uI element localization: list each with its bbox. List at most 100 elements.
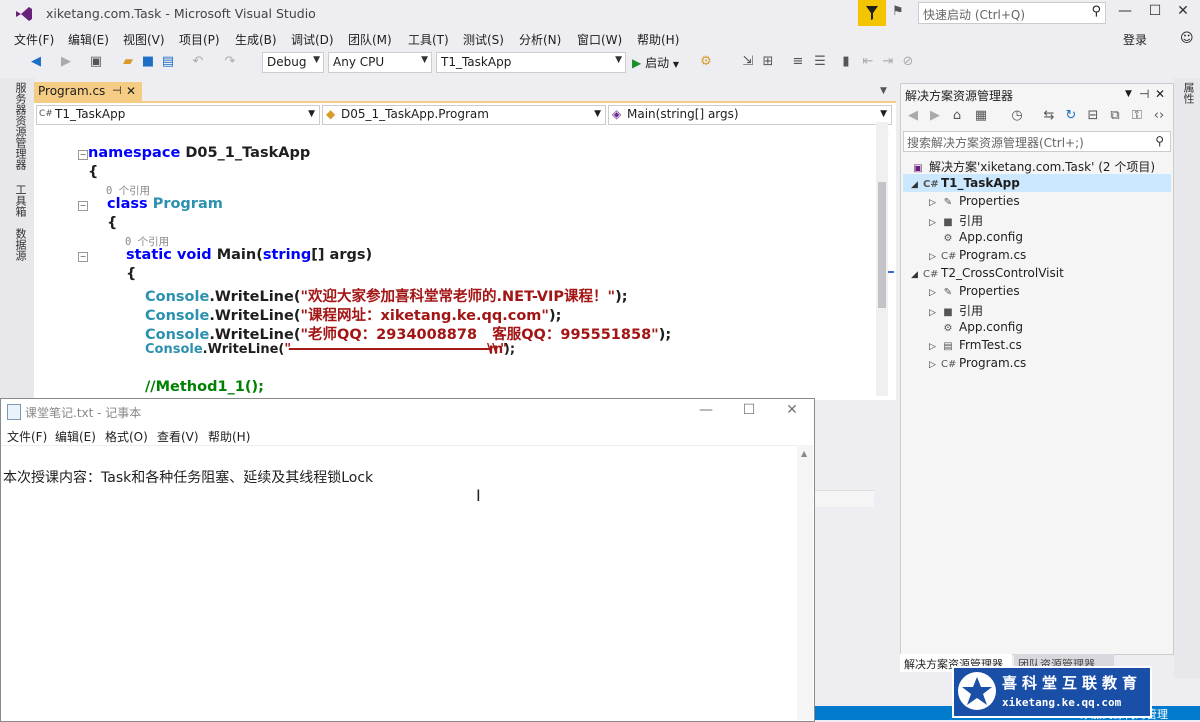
server-explorer-tab[interactable]: 服务器资源管理器 <box>12 82 28 170</box>
editor-horizontal-scrollbar[interactable] <box>814 490 874 507</box>
back-icon[interactable]: ◀ <box>905 108 921 124</box>
properties-icon[interactable]: ⚿ <box>1129 108 1145 124</box>
menu-project[interactable]: 项目(P) <box>179 31 220 48</box>
menu-team[interactable]: 团队(M) <box>348 31 392 48</box>
notepad-menu-edit[interactable]: 编辑(E) <box>55 428 96 445</box>
tree-item-references[interactable]: ▷ ■ 引用 <box>929 212 983 230</box>
menu-analyze[interactable]: 分析(N) <box>519 31 561 48</box>
preview-icon[interactable]: ‹› <box>1151 108 1167 124</box>
bookmark-icon[interactable]: ▮ <box>838 54 854 70</box>
start-button[interactable]: ▶ 启动 ▼ <box>632 54 679 71</box>
data-sources-tab[interactable]: 数据源 <box>12 228 28 261</box>
menu-window[interactable]: 窗口(W) <box>577 31 622 48</box>
notification-icon[interactable]: ⚑ <box>892 4 910 22</box>
scroll-up-icon[interactable]: ▲ <box>801 449 807 458</box>
step-into-icon[interactable]: ⇲ <box>740 54 756 70</box>
navigate-forward-icon[interactable]: ▶ <box>58 54 74 70</box>
comment-lines-icon[interactable]: ≡ <box>790 54 806 70</box>
fold-toggle-icon[interactable]: − <box>78 150 88 160</box>
feedback-filter-button[interactable] <box>858 0 886 26</box>
menu-debug[interactable]: 调试(D) <box>291 31 334 48</box>
panel-menu-icon[interactable]: ▼ <box>1125 89 1132 99</box>
home-icon[interactable]: ⌂ <box>949 108 965 124</box>
quick-launch-input[interactable]: 快速启动 (Ctrl+Q) ⚲ <box>918 2 1106 24</box>
tree-item-properties[interactable]: ▷ ✎ Properties <box>929 284 1020 302</box>
tree-item-app-config[interactable]: ⚙ App.config <box>929 320 1023 338</box>
menu-test[interactable]: 测试(S) <box>463 31 504 48</box>
collapsed-icon[interactable]: ▷ <box>929 308 941 318</box>
undo-icon[interactable]: ↶ <box>190 54 206 70</box>
sync-icon[interactable]: ⇆ <box>1041 108 1057 124</box>
menu-help[interactable]: 帮助(H) <box>637 31 679 48</box>
menu-tools[interactable]: 工具(T) <box>408 31 449 48</box>
close-icon[interactable]: ✕ <box>1155 87 1165 101</box>
collapsed-icon[interactable]: ▷ <box>929 198 941 208</box>
expanded-icon[interactable]: ◢ <box>911 180 923 190</box>
maximize-button[interactable]: ☐ <box>1140 3 1170 23</box>
startup-project-select[interactable]: T1_TaskApp ▼ <box>436 52 626 73</box>
notepad-menu-format[interactable]: 格式(O) <box>105 428 148 445</box>
collapsed-icon[interactable]: ▷ <box>929 342 941 352</box>
forward-icon[interactable]: ▶ <box>927 108 943 124</box>
menu-file[interactable]: 文件(F) <box>14 31 54 48</box>
minimize-button[interactable]: — <box>691 402 721 422</box>
tree-item-project-t2[interactable]: ◢ C# T2_CrossControlVisit <box>911 266 1064 284</box>
collapsed-icon[interactable]: ▷ <box>929 252 941 262</box>
close-tab-icon[interactable]: ✕ <box>126 84 136 98</box>
editor-vertical-scrollbar[interactable] <box>876 122 888 396</box>
maximize-button[interactable]: ☐ <box>734 402 764 422</box>
uncomment-lines-icon[interactable]: ☰ <box>812 54 828 70</box>
new-project-icon[interactable]: ▣ <box>88 54 104 70</box>
tree-item-properties[interactable]: ▷ ✎ Properties <box>929 194 1020 212</box>
navigate-back-icon[interactable]: ◀ <box>28 54 44 70</box>
tree-item-app-config[interactable]: ⚙ App.config <box>929 230 1023 248</box>
next-bookmark-icon[interactable]: ⇥ <box>880 54 896 70</box>
close-button[interactable]: ✕ <box>1168 3 1198 23</box>
menu-edit[interactable]: 编辑(E) <box>68 31 109 48</box>
solution-config-icon[interactable]: ⊞ <box>760 54 776 70</box>
platform-select[interactable]: Any CPU ▼ <box>328 52 432 73</box>
notepad-menu-view[interactable]: 查看(V) <box>157 428 199 445</box>
sign-in-link[interactable]: 登录 <box>1123 31 1147 48</box>
configuration-select[interactable]: Debug ▼ <box>262 52 324 73</box>
save-icon[interactable]: ■ <box>140 54 156 70</box>
account-icon[interactable]: ☺ <box>1180 31 1194 46</box>
fold-toggle-icon[interactable]: − <box>78 201 88 211</box>
tree-item-project-t1[interactable]: ◢ C# T1_TaskApp <box>911 176 1020 194</box>
find-in-files-icon[interactable]: ⚙ <box>698 54 714 70</box>
collapsed-icon[interactable]: ▷ <box>929 218 941 228</box>
tree-item-program-cs[interactable]: ▷ C# Program.cs <box>929 248 1026 266</box>
refresh-icon[interactable]: ↻ <box>1063 108 1079 124</box>
properties-tab[interactable]: 属性 <box>1180 82 1196 104</box>
expanded-icon[interactable]: ◢ <box>911 270 923 280</box>
show-all-files-icon[interactable]: ⧉ <box>1107 108 1123 124</box>
member-nav-dropdown[interactable]: ◈ Main(string[] args) ▼ <box>608 105 892 125</box>
save-all-icon[interactable]: ▤ <box>160 54 176 70</box>
notepad-text-area[interactable]: 本次授课内容：Task和各种任务阻塞、延续及其线程锁Lock <box>3 467 373 487</box>
tab-overflow-icon[interactable]: ▼ <box>880 86 887 96</box>
collapsed-icon[interactable]: ▷ <box>929 288 941 298</box>
collapsed-icon[interactable]: ▷ <box>929 360 941 370</box>
pending-changes-filter-icon[interactable]: ◷ <box>1009 108 1025 124</box>
collapse-all-icon[interactable]: ⊟ <box>1085 108 1101 124</box>
tree-item-frmtest-cs[interactable]: ▷ ▤ FrmTest.cs <box>929 338 1022 356</box>
solution-search-input[interactable]: 搜索解决方案资源管理器(Ctrl+;) ⚲ <box>903 131 1171 152</box>
tree-item-solution[interactable]: ▣ 解决方案'xiketang.com.Task' (2 个项目) <box>911 158 1155 176</box>
project-nav-dropdown[interactable]: C# T1_TaskApp ▼ <box>36 105 320 125</box>
redo-icon[interactable]: ↷ <box>222 54 238 70</box>
open-folder-icon[interactable]: ▰ <box>120 54 136 70</box>
notepad-vertical-scrollbar[interactable]: ▲ <box>797 445 813 720</box>
fold-toggle-icon[interactable]: − <box>78 252 88 262</box>
minimize-button[interactable]: — <box>1110 3 1140 23</box>
previous-bookmark-icon[interactable]: ⇤ <box>860 54 876 70</box>
menu-view[interactable]: 视图(V) <box>123 31 165 48</box>
class-nav-dropdown[interactable]: ◆ D05_1_TaskApp.Program ▼ <box>322 105 606 125</box>
pin-icon[interactable]: ⊣ <box>112 84 122 97</box>
close-button[interactable]: ✕ <box>777 402 807 422</box>
scrollbar-thumb[interactable] <box>878 182 886 308</box>
clear-bookmarks-icon[interactable]: ⊘ <box>900 54 916 70</box>
menu-build[interactable]: 生成(B) <box>235 31 277 48</box>
tree-item-program-cs[interactable]: ▷ C# Program.cs <box>929 356 1026 374</box>
pin-icon[interactable]: ⊣ <box>1139 87 1149 101</box>
switch-views-icon[interactable]: ▦ <box>973 108 989 124</box>
